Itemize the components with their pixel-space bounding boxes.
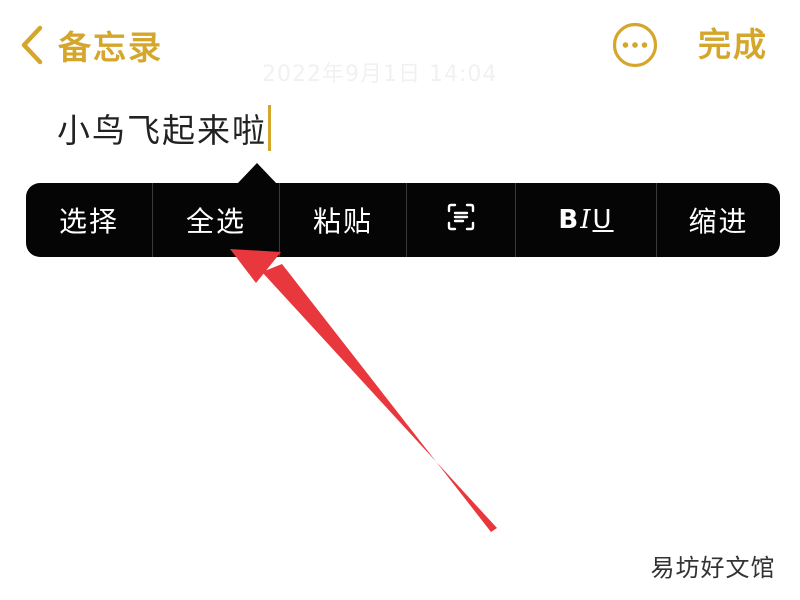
menu-item-text-format[interactable]: BIU (516, 183, 657, 257)
underline-label: U (592, 205, 614, 235)
text-cursor (268, 105, 271, 151)
menu-item-select[interactable]: 选择 (26, 183, 153, 257)
bold-label: B (558, 205, 581, 235)
back-button-label: 备忘录 (58, 28, 163, 67)
chevron-left-icon (20, 25, 44, 65)
italic-label: I (580, 205, 593, 235)
ellipsis-circle-icon (612, 22, 658, 72)
watermark: 易坊好文馆 (648, 548, 778, 588)
arrow-shaft (262, 264, 497, 532)
menu-item-paste[interactable]: 粘贴 (280, 183, 407, 257)
menu-item-select-all[interactable]: 全选 (153, 183, 280, 257)
note-date: 2022年9月1日 14:04 (262, 62, 498, 87)
edit-context-menu: 选择 全选 粘贴 BIU 缩进 (26, 183, 780, 257)
scan-text-icon (446, 202, 476, 239)
done-button[interactable]: 完成 (698, 20, 768, 70)
menu-item-indent[interactable]: 缩进 (657, 183, 780, 257)
annotation-arrow (230, 249, 497, 532)
menu-item-scan-text[interactable] (407, 183, 516, 257)
back-button[interactable]: 备忘录 (20, 20, 163, 70)
notes-editor-screen: 备忘录 2022年9月1日 14:04 完成 小鸟飞起来啦 选择 全选 粘贴 B… (0, 0, 800, 600)
more-options-button[interactable] (612, 22, 658, 68)
note-text[interactable]: 小鸟飞起来啦 (57, 104, 267, 152)
note-body[interactable]: 小鸟飞起来啦 (57, 104, 271, 152)
menu-pointer (237, 163, 277, 184)
